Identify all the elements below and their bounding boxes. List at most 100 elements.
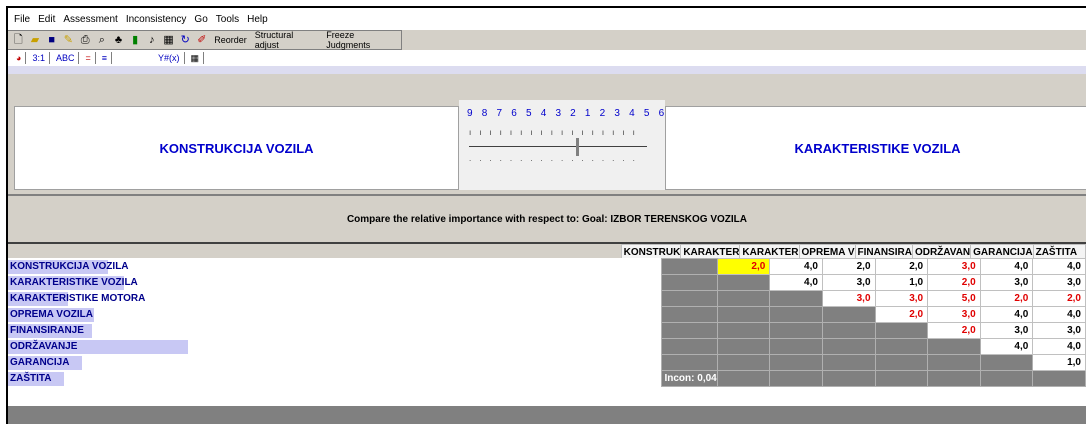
judgment-cell — [716, 322, 771, 339]
judgment-cell — [661, 338, 718, 355]
row-label[interactable]: ODRŽAVANJE — [8, 339, 662, 355]
judgment-cell[interactable]: 2,0 — [927, 274, 981, 291]
bar-icon[interactable]: ▮ — [129, 34, 142, 47]
row-label[interactable]: KONSTRUKCIJA VOZILA — [8, 259, 662, 275]
judgment-cell[interactable]: 3,0 — [1032, 274, 1086, 291]
refresh-icon[interactable]: ↻ — [179, 34, 192, 47]
row-label[interactable]: OPREMA VOZILA — [8, 307, 662, 323]
right-node-panel[interactable]: KARAKTERISTIKE VOZILA — [665, 106, 1086, 190]
row-label[interactable]: KARAKTERISTIKE VOZILA — [8, 275, 662, 291]
menu-inconsistency[interactable]: Inconsistency — [126, 14, 187, 25]
judgment-cell[interactable]: 2,0 — [821, 258, 876, 275]
menu-help[interactable]: Help — [247, 14, 268, 25]
matrix-row: OPREMA VOZILA 2,0 3,0 4,0 4,0 — [8, 306, 1086, 323]
judgment-cell[interactable]: 3,0 — [927, 306, 981, 323]
formula-tab[interactable]: Y#(x) — [154, 52, 185, 64]
judgment-cell[interactable]: 2,0 — [979, 290, 1034, 307]
matrix-tab[interactable]: ▦ — [187, 52, 205, 64]
menu-file[interactable]: File — [14, 14, 30, 25]
judgment-cell — [874, 354, 929, 371]
verbal-tab[interactable]: ABC — [52, 52, 80, 64]
judgment-cell[interactable]: 4,0 — [769, 274, 823, 291]
save-icon[interactable]: ■ — [45, 34, 58, 47]
main-toolbar: 🗋 ▰ ■ ✎ ⎙ ⌕ ♣ ▮ ♪ ▦ ↻ ✐ Reorder Structur… — [8, 30, 402, 50]
left-node-panel[interactable]: KONSTRUKCIJA VOZILA — [14, 106, 459, 190]
open-icon[interactable]: ▰ — [29, 34, 42, 47]
palette-icon[interactable]: ◕ — [12, 52, 27, 64]
judgment-cell[interactable]: 3,0 — [979, 274, 1034, 291]
judgment-cell — [716, 370, 771, 387]
matrix-row: GARANCIJA 1,0 — [8, 354, 1086, 371]
judgment-cell — [821, 322, 876, 339]
judgment-cell — [661, 258, 718, 275]
judgment-cell[interactable]: 5,0 — [927, 290, 981, 307]
judgment-cell — [927, 354, 981, 371]
judgment-cell[interactable]: 3,0 — [874, 290, 929, 307]
row-label[interactable]: GARANCIJA — [8, 355, 662, 371]
scale-ticks-top: ııııııııııııııııı — [469, 128, 643, 137]
judgment-cell[interactable]: 3,0 — [1032, 322, 1086, 339]
matrix-row: ZAŠTITA Incon: 0,04 — [8, 370, 1086, 387]
row-label[interactable]: KARAKTERISTIKE MOTORA — [8, 291, 662, 307]
scale-slider-handle[interactable] — [576, 138, 579, 156]
judgment-cell[interactable]: 2,0 — [874, 306, 929, 323]
row-label[interactable]: ZAŠTITA — [8, 371, 662, 387]
numerical-tab[interactable]: 3:1 — [28, 52, 50, 64]
judgment-cell[interactable]: 4,0 — [979, 258, 1034, 275]
menu-tools[interactable]: Tools — [216, 14, 239, 25]
structural-adjust-button[interactable]: Structural adjust — [253, 30, 320, 50]
menu-go[interactable]: Go — [194, 14, 207, 25]
row-label-text: KONSTRUKCIJA VOZILA — [10, 261, 129, 272]
hierarchy-icon[interactable]: ♣ — [112, 34, 125, 47]
reorder-button[interactable]: Reorder — [212, 35, 249, 45]
judgment-cell[interactable]: 3,0 — [927, 258, 981, 275]
judgment-cell — [661, 322, 718, 339]
judgment-cell — [1032, 370, 1086, 387]
judgment-cell[interactable]: 2,0 — [927, 322, 981, 339]
note-icon[interactable]: ♪ — [146, 34, 159, 47]
questionnaire-tab[interactable]: ≡ — [98, 52, 112, 64]
judgment-cell[interactable]: 3,0 — [821, 274, 876, 291]
judgment-cell — [716, 274, 771, 291]
judgment-cell[interactable]: 4,0 — [1032, 258, 1086, 275]
menu-bar: File Edit Assessment Inconsistency Go Tools He… — [8, 8, 1086, 30]
new-icon[interactable]: 🗋 — [12, 34, 25, 47]
judgment-cell[interactable]: 2,0 — [874, 258, 929, 275]
menu-edit[interactable]: Edit — [38, 14, 55, 25]
grid-icon[interactable]: ▦ — [162, 34, 175, 47]
print-preview-icon[interactable]: ⌕ — [95, 34, 108, 47]
judgment-cell — [874, 370, 929, 387]
judgment-cell — [979, 370, 1034, 387]
comparison-scale[interactable]: 9 8 7 6 5 4 3 2 1 2 3 4 5 6 7 8 9 ıııııı… — [459, 100, 708, 190]
row-label-text: KARAKTERISTIKE MOTORA — [10, 293, 146, 304]
app-window: File Edit Assessment Inconsistency Go Tools He… — [6, 6, 1086, 424]
freeze-judgments-button[interactable]: Freeze Judgments — [324, 30, 401, 50]
judgment-cell[interactable]: 3,0 — [979, 322, 1034, 339]
menu-assessment[interactable]: Assessment — [63, 14, 117, 25]
print-icon[interactable]: ⎙ — [79, 34, 92, 47]
judgment-cell[interactable]: 1,0 — [1032, 354, 1086, 371]
wand-icon[interactable]: ✐ — [196, 34, 209, 47]
judgment-cell — [874, 322, 929, 339]
judgment-cell[interactable]: 2,0 — [1032, 290, 1086, 307]
judgment-cell — [769, 370, 823, 387]
judgment-cell[interactable]: 4,0 — [979, 306, 1034, 323]
matrix-body: KONSTRUKCIJA VOZILA 2,0 4,0 2,0 2,0 3,0 4,0 4,0… — [8, 258, 1086, 406]
judgment-cell — [821, 370, 876, 387]
judgment-matrix: KONSTRUK KARAKTER KARAKTER OPREMA V FINANSIR… — [8, 242, 1086, 424]
right-node-label: KARAKTERISTIKE VOZILA — [794, 140, 961, 156]
judgment-cell[interactable]: 1,0 — [874, 274, 929, 291]
judgment-cell[interactable]: 3,0 — [821, 290, 876, 307]
judgment-cell[interactable]: 2,0 — [716, 258, 771, 275]
inconsistency-value: Incon: 0,04 — [661, 370, 718, 387]
row-label-text: GARANCIJA — [10, 357, 70, 368]
judgment-cell[interactable]: 4,0 — [979, 338, 1034, 355]
edit-icon[interactable]: ✎ — [62, 34, 75, 47]
row-label-text: KARAKTERISTIKE VOZILA — [10, 277, 138, 288]
judgment-cell[interactable]: 4,0 — [769, 258, 823, 275]
graphical-tab[interactable]: = — [81, 52, 96, 64]
row-label[interactable]: FINANSIRANJE — [8, 323, 662, 339]
judgment-cell[interactable]: 4,0 — [1032, 338, 1086, 355]
judgment-cell[interactable]: 4,0 — [1032, 306, 1086, 323]
separator-bar — [8, 66, 1086, 74]
